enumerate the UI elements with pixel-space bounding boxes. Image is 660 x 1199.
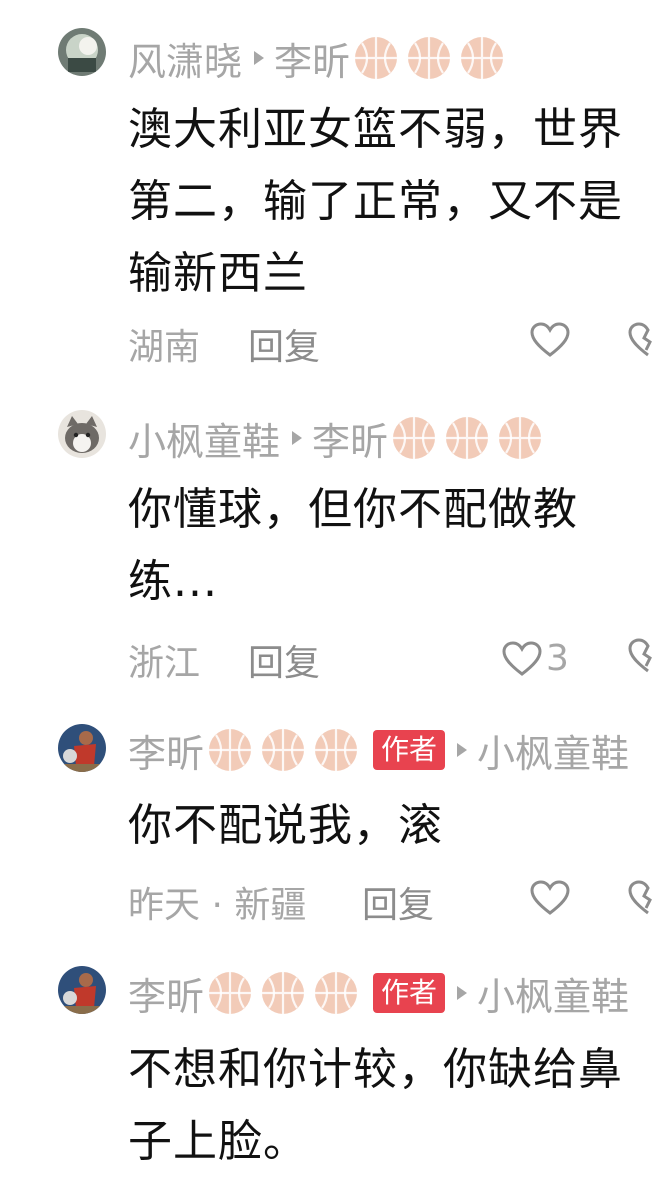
- basketball-icon: [207, 727, 253, 773]
- basketball-icon: [459, 35, 505, 81]
- comment-text-line: 你懂球，但你不配做教: [128, 484, 578, 535]
- reply-to-username[interactable]: 小枫童鞋: [477, 966, 629, 1021]
- username[interactable]: 风潇晓: [128, 31, 242, 86]
- author-badge: 作者: [373, 730, 446, 770]
- basketball-icon: [260, 727, 306, 773]
- username[interactable]: 李昕: [128, 723, 204, 778]
- comment-text: 澳大利亚女篮不弱，世界 第二，输了正常，又不是 输新西兰: [128, 94, 660, 310]
- basketball-icon: [406, 35, 452, 81]
- basketball-icon: [207, 970, 253, 1016]
- like-button[interactable]: [530, 880, 574, 916]
- basketball-icon: [260, 970, 306, 1016]
- reply-arrow-icon: [254, 51, 265, 65]
- comment-header: 风潇晓 李昕: [128, 31, 505, 86]
- broken-heart-icon: [628, 322, 660, 358]
- comment-text: 不想和你计较，你缺给鼻 子上脸。: [128, 1034, 660, 1178]
- reply-arrow-icon: [292, 431, 303, 445]
- like-button[interactable]: 3: [502, 638, 569, 679]
- basketball-icon: [313, 727, 359, 773]
- reply-button[interactable]: 回复: [248, 634, 320, 686]
- username[interactable]: 小枫童鞋: [128, 411, 280, 466]
- heart-icon: [502, 641, 542, 677]
- basketball-icon: [353, 35, 399, 81]
- broken-heart-icon: [628, 880, 660, 916]
- username[interactable]: 李昕: [128, 966, 204, 1021]
- comment-header: 李昕 作者 小枫童鞋: [128, 966, 629, 1021]
- comment-meta: 昨天 · 新疆 回复: [128, 876, 660, 926]
- avatar[interactable]: [58, 28, 106, 76]
- broken-heart-icon: [628, 638, 660, 674]
- reply-arrow-icon: [457, 986, 468, 1000]
- comment-meta: 浙江 回复 3: [128, 634, 660, 684]
- dislike-button[interactable]: [628, 322, 660, 358]
- location-label: 浙江: [128, 643, 201, 684]
- basketball-icon: [313, 970, 359, 1016]
- comment-header: 李昕 作者 小枫童鞋: [128, 723, 629, 778]
- avatar[interactable]: [58, 966, 106, 1014]
- reply-button[interactable]: 回复: [362, 876, 434, 928]
- basketball-icon: [391, 415, 437, 461]
- comment-text: 你懂球，但你不配做教 练...: [128, 474, 660, 618]
- avatar[interactable]: [58, 410, 106, 458]
- comment-meta: 湖南 回复: [128, 318, 660, 368]
- dislike-button[interactable]: [628, 880, 660, 916]
- comment-text-line: 第二，输了正常，又不是: [128, 176, 623, 227]
- comment-text-line: 澳大利亚女篮不弱，世界: [128, 104, 623, 155]
- heart-icon: [530, 322, 570, 358]
- reply-to-username[interactable]: 李昕: [312, 411, 388, 466]
- reply-to-username[interactable]: 小枫童鞋: [477, 723, 629, 778]
- comment-text-line: 不想和你计较，你缺给鼻: [128, 1044, 623, 1095]
- reply-button[interactable]: 回复: [248, 318, 320, 370]
- like-button[interactable]: [530, 322, 574, 358]
- basketball-icon: [497, 415, 543, 461]
- dislike-button[interactable]: [628, 638, 660, 674]
- location-label: 昨天 · 新疆: [128, 885, 307, 926]
- reply-arrow-icon: [457, 743, 468, 757]
- author-badge: 作者: [373, 973, 446, 1013]
- basketball-icon: [444, 415, 490, 461]
- comment-header: 小枫童鞋 李昕: [128, 411, 543, 466]
- comment-text: 你不配说我，滚: [128, 790, 660, 862]
- comment-text-line: 你不配说我，滚: [128, 800, 443, 851]
- heart-icon: [530, 880, 570, 916]
- comment-text-line: 输新西兰: [128, 248, 308, 299]
- reply-to-username[interactable]: 李昕: [274, 31, 350, 86]
- comment-text-line: 练...: [128, 556, 218, 607]
- location-label: 湖南: [128, 327, 201, 368]
- comment-text-line: 子上脸。: [128, 1116, 308, 1167]
- like-count: 3: [546, 638, 569, 679]
- avatar[interactable]: [58, 724, 106, 772]
